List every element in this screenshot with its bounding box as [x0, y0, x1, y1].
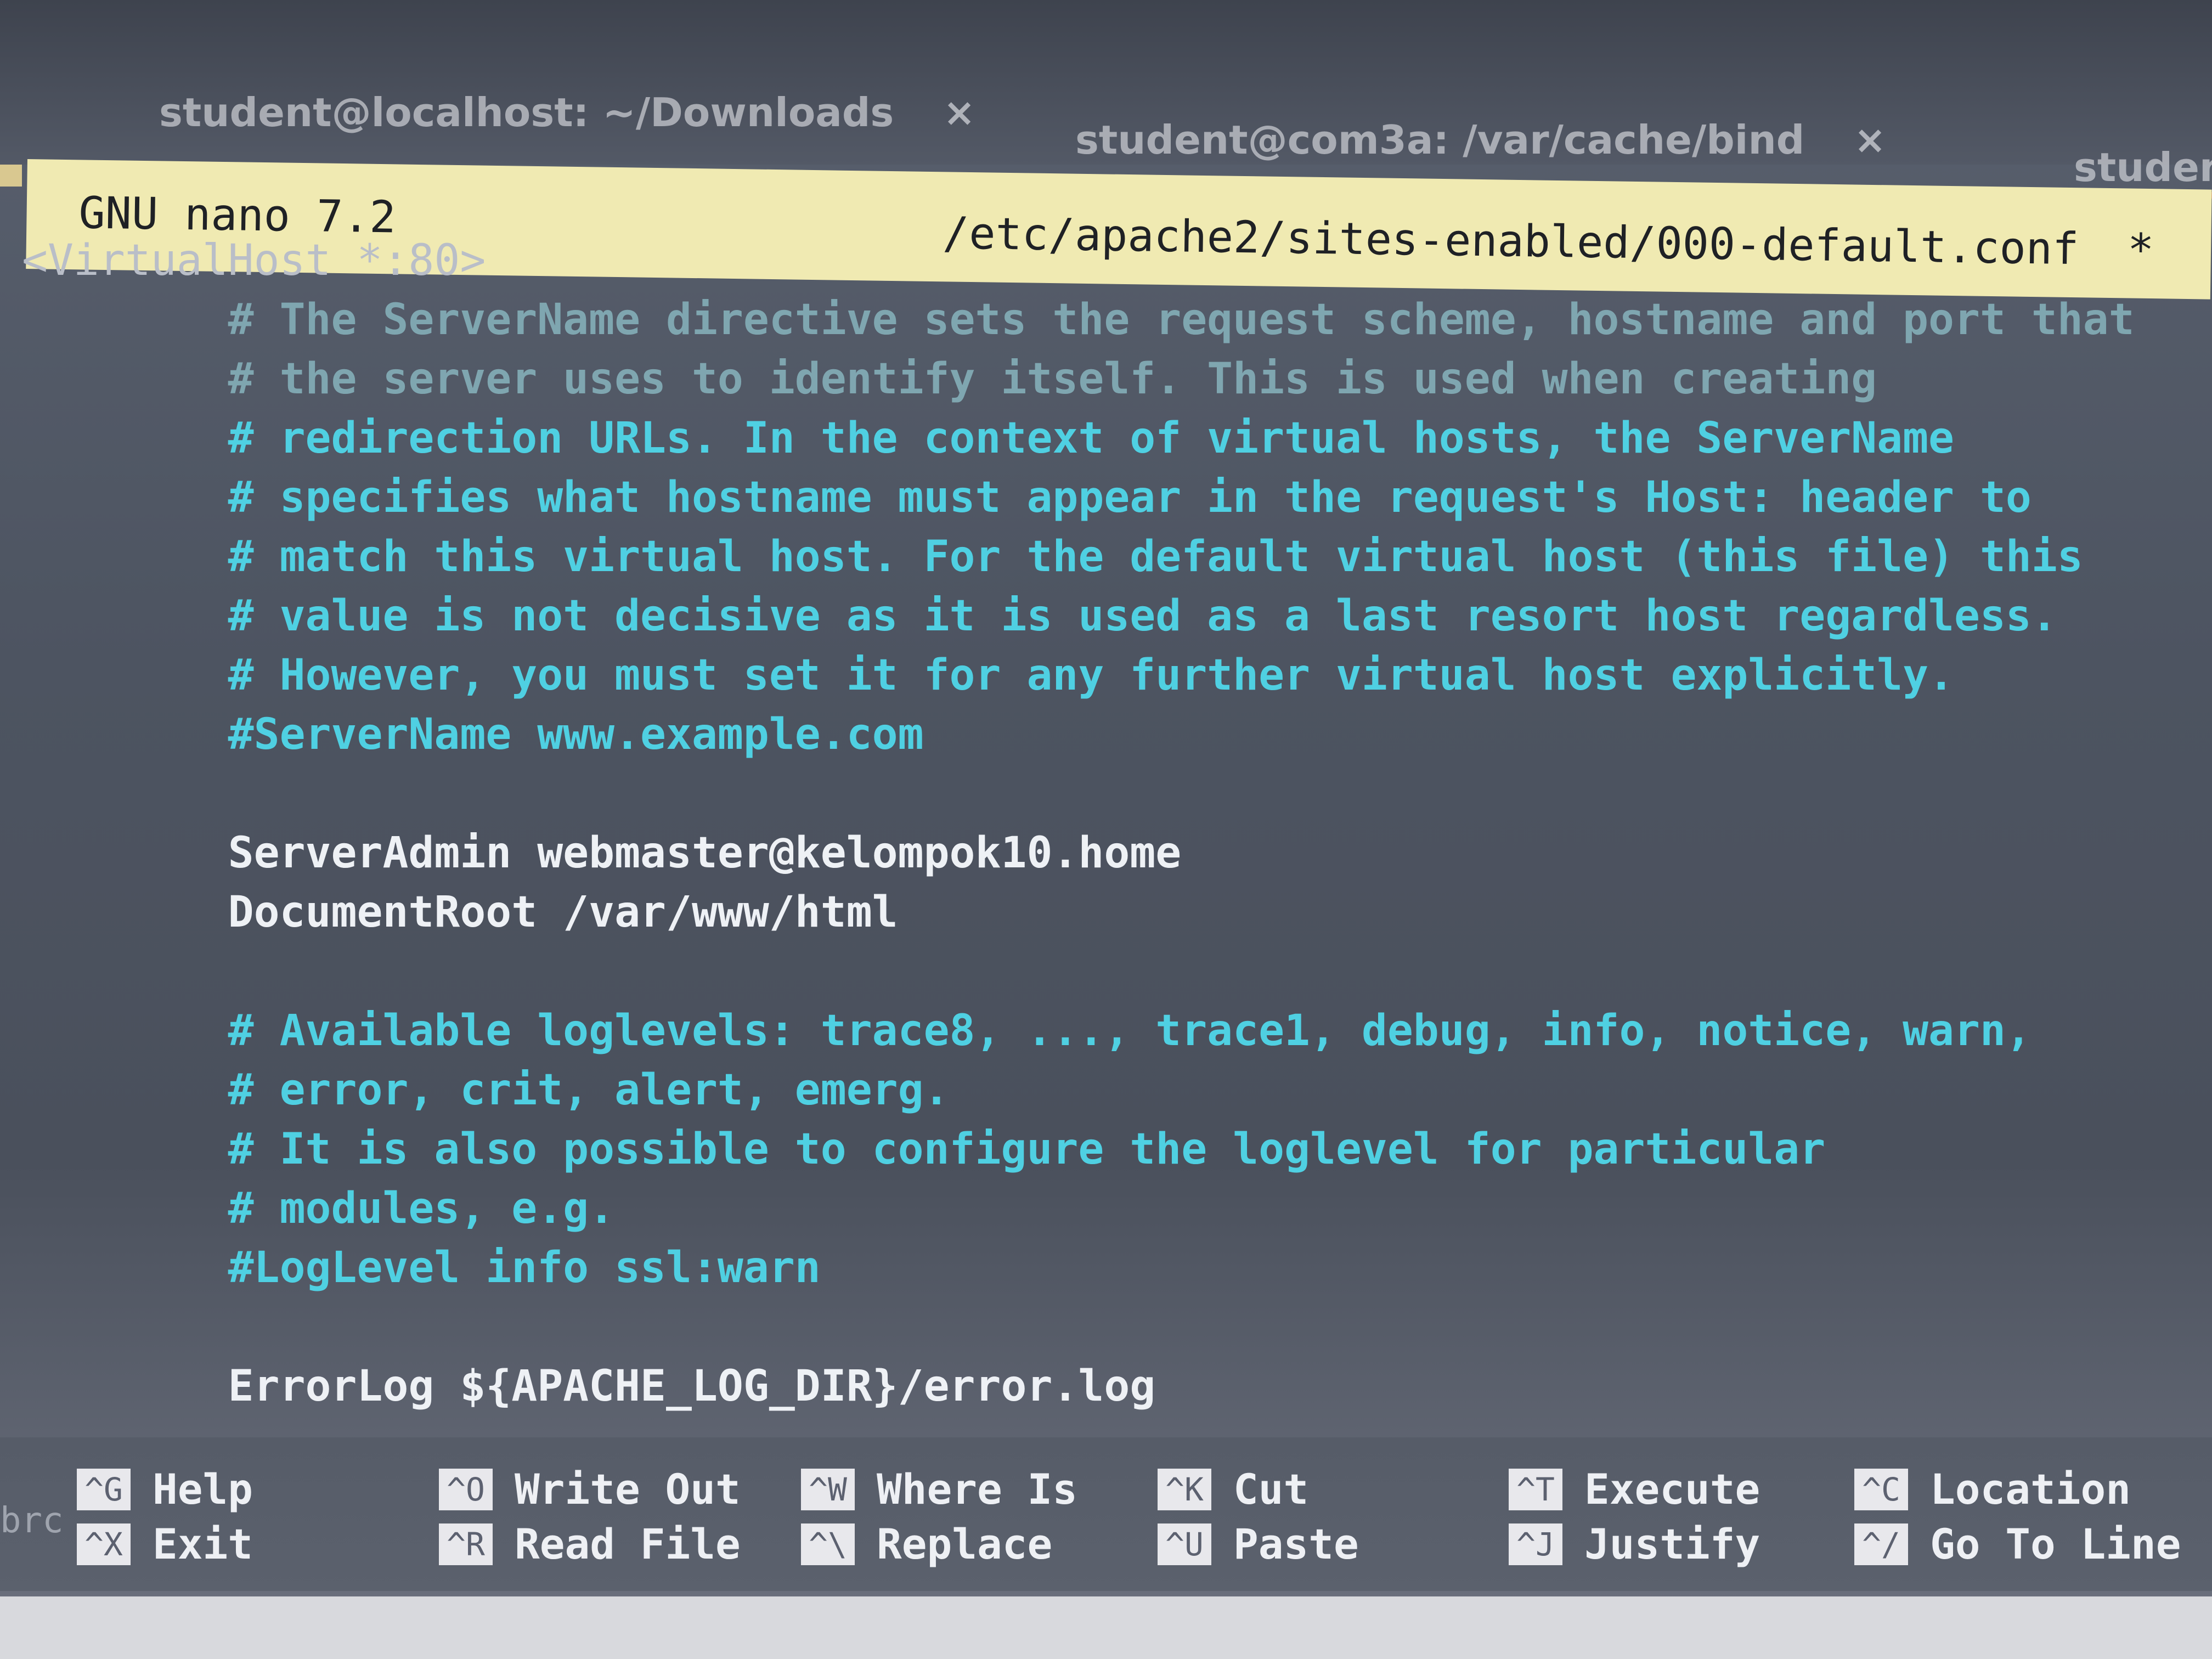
shortcut-label: Exit — [153, 1520, 253, 1568]
shortcut-execute[interactable]: ^T Execute — [1509, 1465, 1760, 1514]
editor-line: # value is not decisive as it is used as… — [22, 591, 2057, 641]
shortcut-key: ^R — [439, 1523, 493, 1565]
editor-line: # However, you must set it for any furth… — [22, 651, 1954, 700]
shortcut-key: ^\ — [801, 1523, 855, 1565]
shortcut-label: Cut — [1233, 1465, 1309, 1514]
editor-line: # error, crit, alert, emerg. — [22, 1065, 950, 1115]
shortcut-key: ^O — [439, 1468, 493, 1510]
shortcut-replace[interactable]: ^\ Replace — [801, 1520, 1052, 1568]
shortcut-label: Execute — [1584, 1465, 1760, 1514]
shortcut-where-is[interactable]: ^W Where Is — [801, 1465, 1077, 1514]
edge-text: brc — [0, 1500, 64, 1541]
shortcut-write-out[interactable]: ^O Write Out — [439, 1465, 741, 1514]
editor-line: # the server uses to identify itself. Th… — [22, 354, 1877, 404]
tab-com3a-bind[interactable]: student@com3a: /var/cache/bind × — [1075, 99, 1886, 181]
shortcut-key: ^/ — [1854, 1523, 1908, 1565]
terminal-tab-bar: student@localhost: ~/Downloads × student… — [0, 0, 2212, 199]
shortcut-label: Write Out — [515, 1465, 741, 1514]
shortcut-justify[interactable]: ^J Justify — [1509, 1520, 1760, 1568]
editor-line: # specifies what hostname must appear in… — [22, 473, 2032, 522]
tab-label: student — [2074, 144, 2212, 190]
shortcut-bar: ^G Help ^X Exit ^O Write Out ^R Read File ^W Wher… — [0, 1437, 2212, 1591]
shortcut-key: ^U — [1158, 1523, 1211, 1565]
monitor-bezel — [0, 1596, 2212, 1659]
shortcut-location[interactable]: ^C Location — [1854, 1465, 2131, 1514]
editor-line: #ServerName www.example.com — [22, 710, 924, 759]
editor-line: # It is also possible to configure the l… — [22, 1125, 1826, 1174]
shortcut-label: Go To Line — [1930, 1520, 2181, 1568]
tab-label: student@com3a: /var/cache/bind — [1075, 117, 1805, 163]
editor-area[interactable]: <VirtualHost *:80> # The ServerName dire… — [22, 236, 2211, 1432]
editor-line: # match this virtual host. For the defau… — [22, 532, 2083, 582]
monitor-screen: student@localhost: ~/Downloads × student… — [0, 0, 2212, 1659]
editor-line: # Available loglevels: trace8, ..., trac… — [22, 1006, 2032, 1056]
shortcut-key: ^C — [1854, 1468, 1908, 1510]
shortcut-key: ^J — [1509, 1523, 1562, 1565]
editor-line: ErrorLog ${APACHE_LOG_DIR}/error.log — [22, 1362, 1156, 1411]
shortcut-key: ^G — [77, 1468, 131, 1510]
editor-line: # modules, e.g. — [22, 1184, 615, 1233]
shortcut-key: ^K — [1158, 1468, 1211, 1510]
close-icon[interactable]: × — [1854, 117, 1886, 162]
editor-line: <VirtualHost *:80> — [22, 236, 486, 285]
app-version: GNU nano 7.2 — [78, 187, 397, 243]
shortcut-label: Location — [1930, 1465, 2131, 1514]
editor-line: # The ServerName directive sets the requ… — [22, 295, 2135, 345]
shortcut-go-to-line[interactable]: ^/ Go To Line — [1854, 1520, 2181, 1568]
shortcut-key: ^T — [1509, 1468, 1562, 1510]
editor-line: #LogLevel info ssl:warn — [22, 1243, 821, 1293]
shortcut-label: Paste — [1233, 1520, 1359, 1568]
close-icon[interactable]: × — [943, 90, 975, 135]
shortcut-exit[interactable]: ^X Exit — [77, 1520, 253, 1568]
shortcut-key: ^W — [801, 1468, 855, 1510]
shortcut-paste[interactable]: ^U Paste — [1158, 1520, 1359, 1568]
editor-line: ServerAdmin webmaster@kelompok10.home — [22, 828, 1182, 878]
shortcut-label: Where Is — [877, 1465, 1078, 1514]
shortcut-label: Justify — [1584, 1520, 1760, 1568]
shortcut-key: ^X — [77, 1523, 131, 1565]
shortcut-read-file[interactable]: ^R Read File — [439, 1520, 741, 1568]
editor-line: # redirection URLs. In the context of vi… — [22, 414, 1954, 463]
shortcut-label: Replace — [877, 1520, 1053, 1568]
shortcut-label: Read File — [515, 1520, 741, 1568]
shortcut-help[interactable]: ^G Help — [77, 1465, 253, 1514]
shortcut-label: Help — [153, 1465, 253, 1514]
editor-line: DocumentRoot /var/www/html — [22, 888, 898, 937]
tab-label: student@localhost: ~/Downloads — [159, 89, 894, 136]
shortcut-cut[interactable]: ^K Cut — [1158, 1465, 1308, 1514]
tab-localhost-downloads[interactable]: student@localhost: ~/Downloads × — [159, 71, 975, 154]
